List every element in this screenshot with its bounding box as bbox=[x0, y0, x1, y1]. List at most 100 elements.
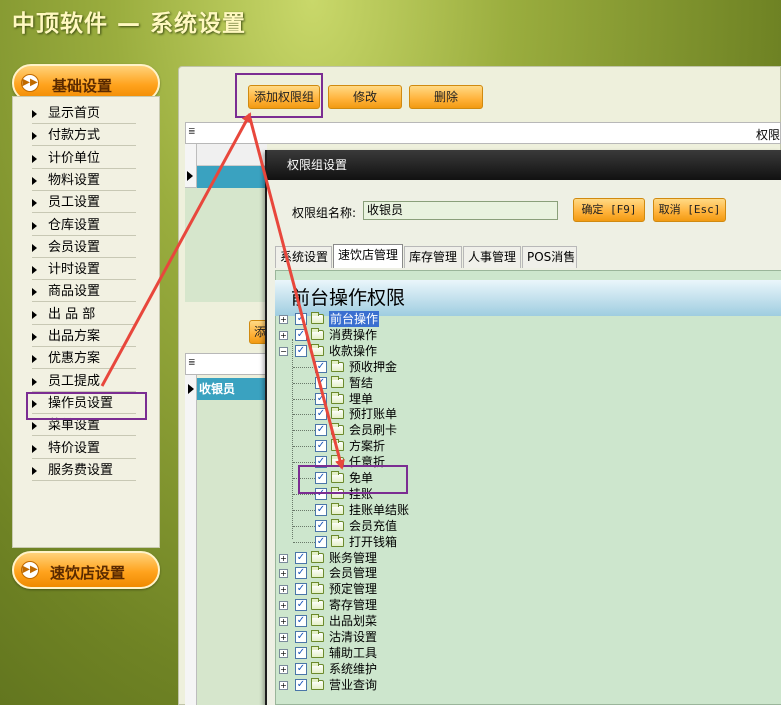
checkbox-icon[interactable]: ✓ bbox=[295, 344, 307, 357]
tab-fastfood-management[interactable]: 速饮店管理 bbox=[333, 244, 403, 268]
checkbox-icon[interactable]: ✓ bbox=[295, 631, 307, 643]
tree-node[interactable]: + ✓ 沽清设置 bbox=[279, 629, 579, 645]
tree-node[interactable]: + ✓ 预定管理 bbox=[279, 581, 579, 597]
tab-system-settings[interactable]: 系统设置 bbox=[275, 246, 332, 268]
tree-node[interactable]: + ✓ 系统维护 bbox=[279, 661, 579, 677]
tree-node[interactable]: ✓ 挂账单结账 bbox=[279, 502, 579, 518]
checkbox-icon[interactable]: ✓ bbox=[295, 662, 307, 675]
tree-node[interactable]: ✓ 预收押金 bbox=[279, 359, 579, 375]
checkbox-icon[interactable]: ✓ bbox=[295, 599, 307, 612]
sidebar-item[interactable]: 服务费设置 bbox=[32, 460, 136, 481]
expand-icon[interactable]: + bbox=[279, 330, 288, 340]
tab-hr-management[interactable]: 人事管理 bbox=[463, 246, 521, 268]
tree-node-label: 预打账单 bbox=[349, 407, 398, 422]
tree-node[interactable]: ✓ 会员刷卡 bbox=[279, 422, 579, 438]
checkbox-icon[interactable]: ✓ bbox=[295, 583, 307, 596]
grid-menu-icon[interactable]: ≣ bbox=[188, 358, 196, 368]
sidebar-item[interactable]: 计时设置 bbox=[32, 259, 136, 281]
sidebar-item-label: 出品方案 bbox=[48, 329, 101, 344]
expand-icon[interactable]: + bbox=[279, 633, 288, 642]
dialog-titlebar[interactable]: 权限组设置 bbox=[267, 150, 781, 180]
tree-node[interactable]: + ✓ 寄存管理 bbox=[279, 597, 579, 613]
checkbox-icon[interactable]: ✓ bbox=[295, 567, 307, 580]
highlight-box-free-order bbox=[298, 465, 408, 494]
sidebar-footer-fastfood-settings[interactable]: ▶▶ 速饮店设置 bbox=[12, 551, 160, 589]
checkbox-icon[interactable]: ✓ bbox=[295, 328, 307, 341]
checkbox-icon[interactable]: ✓ bbox=[295, 646, 307, 659]
expand-icon[interactable]: + bbox=[279, 648, 288, 658]
tree-node[interactable]: ✓ 预打账单 bbox=[279, 406, 579, 422]
checkbox-icon[interactable]: ✓ bbox=[315, 360, 327, 373]
sidebar-item[interactable]: 计价单位 bbox=[32, 148, 136, 169]
tree-node[interactable]: ✓ 暂结 bbox=[279, 375, 579, 391]
checkbox-icon[interactable]: ✓ bbox=[295, 313, 307, 325]
sidebar-item[interactable]: 商品设置 bbox=[32, 281, 136, 303]
checkbox-icon[interactable]: ✓ bbox=[295, 615, 307, 628]
sidebar-item-label: 仓库设置 bbox=[48, 217, 101, 233]
sidebar-item[interactable]: 物料设置 bbox=[32, 170, 136, 191]
checkbox-icon[interactable]: ✓ bbox=[315, 503, 327, 516]
tree-node[interactable]: + ✓ 出品划菜 bbox=[279, 613, 579, 629]
sidebar-item-label: 特价设置 bbox=[48, 440, 101, 456]
expand-icon[interactable]: + bbox=[279, 553, 288, 563]
checkbox-icon[interactable]: ✓ bbox=[315, 392, 327, 405]
tree-node[interactable]: + ✓ 辅助工具 bbox=[279, 645, 579, 661]
confirm-button[interactable]: 确定 [F9] bbox=[573, 198, 645, 222]
tree-node[interactable]: ✓ 埋单 bbox=[279, 391, 579, 407]
sidebar-item-label: 优惠方案 bbox=[48, 351, 101, 367]
tree-node[interactable]: + ✓ 会员管理 bbox=[279, 565, 579, 581]
sidebar-item[interactable]: 出 品 部 bbox=[32, 304, 136, 325]
group-name-input[interactable]: 收银员 bbox=[363, 201, 558, 220]
operator-row[interactable]: 收银员 bbox=[197, 378, 267, 400]
grid-body bbox=[185, 188, 267, 302]
checkbox-icon[interactable]: ✓ bbox=[295, 678, 307, 691]
checkbox-icon[interactable]: ✓ bbox=[315, 408, 327, 421]
checkbox-icon[interactable]: ✓ bbox=[315, 440, 327, 453]
delete-button[interactable]: 删除 bbox=[409, 85, 483, 109]
checkbox-icon[interactable]: ✓ bbox=[315, 424, 327, 437]
sidebar-item[interactable]: 出品方案 bbox=[32, 326, 136, 347]
sidebar-item[interactable]: 仓库设置 bbox=[32, 215, 136, 236]
tree-node[interactable]: − ✓ 收款操作 bbox=[279, 343, 579, 359]
tree-node[interactable]: + ✓ 消费操作 bbox=[279, 327, 579, 343]
sidebar-item[interactable]: 优惠方案 bbox=[32, 348, 136, 370]
folder-icon bbox=[311, 343, 324, 356]
collapse-icon[interactable]: − bbox=[279, 346, 288, 356]
checkbox-icon[interactable]: ✓ bbox=[295, 551, 307, 564]
expand-circle-icon: ▶▶ bbox=[21, 74, 39, 92]
sidebar-item[interactable]: 员工提成 bbox=[32, 371, 136, 392]
tree-node-label: 埋单 bbox=[349, 391, 374, 406]
expand-icon[interactable]: + bbox=[279, 585, 288, 595]
expand-icon[interactable]: + bbox=[279, 569, 288, 579]
sidebar-item[interactable]: 特价设置 bbox=[32, 438, 136, 459]
grid-menu-icon[interactable]: ≣ bbox=[188, 127, 196, 137]
tab-inventory-management[interactable]: 库存管理 bbox=[404, 246, 462, 268]
sidebar-item[interactable]: 会员设置 bbox=[32, 237, 136, 258]
cancel-button[interactable]: 取消 [Esc] bbox=[653, 198, 726, 222]
tree-node[interactable]: + ✓ 营业查询 bbox=[279, 677, 579, 693]
folder-icon bbox=[331, 391, 344, 404]
expand-icon[interactable]: + bbox=[279, 617, 288, 627]
sidebar-item[interactable]: 员工设置 bbox=[32, 192, 136, 214]
tree-node[interactable]: ✓ 方案折 bbox=[279, 438, 579, 454]
checkbox-icon[interactable]: ✓ bbox=[315, 519, 327, 532]
expand-icon[interactable]: + bbox=[279, 680, 288, 690]
tab-pos-sales[interactable]: POS消售 bbox=[522, 246, 577, 268]
tree-node[interactable]: + ✓ 账务管理 bbox=[279, 550, 579, 566]
grid-selected-row[interactable] bbox=[197, 166, 267, 188]
sidebar-item[interactable]: 显示首页 bbox=[32, 103, 136, 124]
tree-node[interactable]: ✓ 会员充值 bbox=[279, 518, 579, 534]
sidebar-item-label: 员工提成 bbox=[48, 373, 101, 389]
tree-node-label: 系统维护 bbox=[329, 661, 378, 676]
tree-node-label: 会员充值 bbox=[349, 518, 398, 533]
sidebar-item[interactable]: 付款方式 bbox=[32, 125, 136, 147]
modify-button[interactable]: 修改 bbox=[328, 85, 402, 109]
expand-icon[interactable]: + bbox=[279, 601, 288, 611]
tree-node[interactable]: + ✓ 前台操作 bbox=[279, 311, 579, 327]
expand-icon[interactable]: + bbox=[279, 664, 288, 674]
grid-body bbox=[197, 400, 267, 705]
checkbox-icon[interactable]: ✓ bbox=[315, 535, 327, 548]
tree-node[interactable]: ✓ 打开钱箱 bbox=[279, 534, 579, 550]
checkbox-icon[interactable]: ✓ bbox=[315, 376, 327, 389]
expand-icon[interactable]: + bbox=[279, 315, 288, 324]
